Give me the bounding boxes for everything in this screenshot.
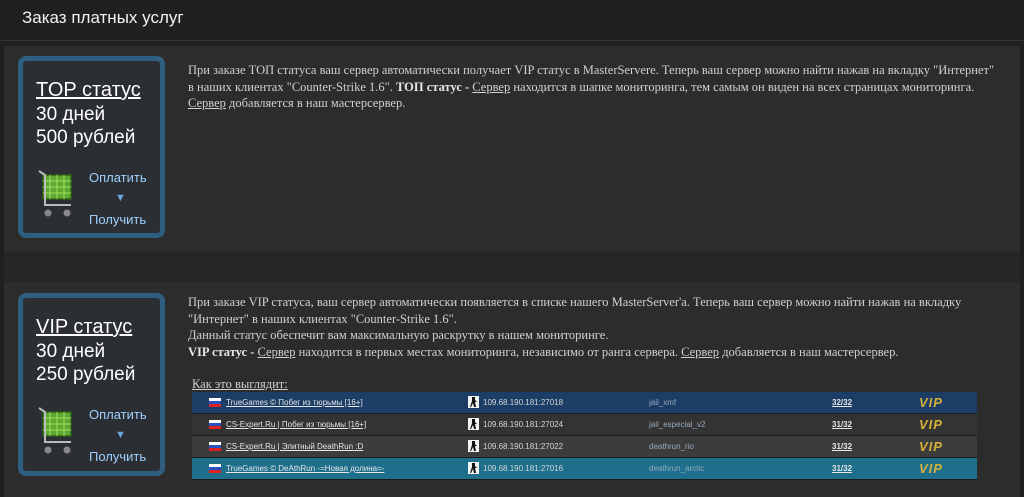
server-row[interactable]: CS-Expert.Ru | Элитный DeathRun :D 109.6… xyxy=(192,436,977,458)
vip-desc-text-2: Данный статус обеспечит вам максимальную… xyxy=(188,328,609,342)
vip-desc-text-3: находится в первых местах мониторинга, н… xyxy=(298,344,679,359)
page-title: Заказ платных услуг xyxy=(22,8,184,27)
server-row[interactable]: TrueGames © DeAthRun -=Новая долина=- 10… xyxy=(192,458,977,480)
top-desc-text-2: находится в шапке мониторинга, тем самым… xyxy=(513,79,975,94)
arrow-down-icon: ▼ xyxy=(115,192,126,204)
top-status-card: TOP статус 30 дней 500 рублей Оплатить ▼… xyxy=(18,56,165,238)
server-name-link[interactable]: TrueGames © DeAthRun -=Новая долина=- xyxy=(226,464,384,473)
section-separator xyxy=(4,252,1020,282)
counter-strike-icon xyxy=(468,462,479,474)
get-link[interactable]: Получить xyxy=(89,449,146,464)
server-row[interactable]: TrueGames © Побег из тюрьмы [16+] 109.68… xyxy=(192,392,977,414)
server-players-link[interactable]: 32/32 xyxy=(832,398,852,407)
top-status-description: При заказе ТОП статуса ваш сервер автома… xyxy=(188,62,1003,112)
server-map: jail_xmf xyxy=(649,398,677,407)
get-link[interactable]: Получить xyxy=(89,212,146,227)
server-ip: 109.68.190.181:27024 xyxy=(483,420,564,429)
pay-link[interactable]: Оплатить xyxy=(89,407,147,422)
shopping-cart-icon[interactable] xyxy=(37,404,77,464)
server-ip: 109.68.190.181:27016 xyxy=(483,464,564,473)
counter-strike-icon xyxy=(468,418,479,430)
vip-desc-bold: VIP статус - xyxy=(188,344,255,359)
example-label: Как это выглядит: xyxy=(192,377,288,391)
top-status-price: 500 рублей xyxy=(36,127,136,148)
vip-status-duration: 30 дней xyxy=(36,341,106,362)
server-players-link[interactable]: 31/32 xyxy=(832,464,852,473)
russia-flag-icon xyxy=(209,420,221,429)
server-row[interactable]: CS-Expert.Ru | Побег из тюрьмы [16+] 109… xyxy=(192,414,977,436)
server-name-link[interactable]: CS-Expert.Ru | Элитный DeathRun :D xyxy=(226,442,363,451)
server-players-link[interactable]: 31/32 xyxy=(832,420,852,429)
server-map: deathrun_arctic xyxy=(649,464,705,473)
server-name-link[interactable]: TrueGames © Побег из тюрьмы [16+] xyxy=(226,398,363,407)
server-map: deathrun_rio xyxy=(649,442,694,451)
top-desc-bold: ТОП статус - xyxy=(395,79,470,94)
counter-strike-icon xyxy=(468,440,479,452)
top-desc-text-3: добавляется в наш мастерсервер. xyxy=(229,96,406,110)
top-status-title-link[interactable]: TOP статус xyxy=(36,79,141,102)
server-ip: 109.68.190.181:27022 xyxy=(483,442,564,451)
page-header: Заказ платных услуг xyxy=(0,0,1024,41)
russia-flag-icon xyxy=(209,442,221,451)
server-ip: 109.68.190.181:27018 xyxy=(483,398,564,407)
vip-badge: VIP xyxy=(919,395,943,410)
server-name-link[interactable]: CS-Expert.Ru | Побег из тюрьмы [16+] xyxy=(226,420,366,429)
top-desc-server-link-2[interactable]: Сервер xyxy=(188,96,226,110)
vip-desc-text-4: добавляется в наш мастерсервер. xyxy=(722,344,899,359)
shopping-cart-icon[interactable] xyxy=(37,167,77,227)
top-status-duration: 30 дней xyxy=(36,104,106,125)
vip-desc-text-1: При заказе VIP статуса, ваш сервер автом… xyxy=(188,295,962,326)
vip-status-description: При заказе VIP статуса, ваш сервер автом… xyxy=(188,294,1003,360)
vip-desc-server-link-2[interactable]: Сервер xyxy=(681,345,719,359)
vip-badge: VIP xyxy=(919,439,943,454)
top-status-section: TOP статус 30 дней 500 рублей Оплатить ▼… xyxy=(4,46,1020,252)
vip-status-card: VIP статус 30 дней 250 рублей Оплатить ▼… xyxy=(18,293,165,476)
vip-desc-server-link-1[interactable]: Сервер xyxy=(258,345,296,359)
arrow-down-icon: ▼ xyxy=(115,429,126,441)
server-players-link[interactable]: 31/32 xyxy=(832,442,852,451)
top-desc-server-link-1[interactable]: Сервер xyxy=(472,80,510,94)
pay-link[interactable]: Оплатить xyxy=(89,170,147,185)
vip-badge: VIP xyxy=(919,461,943,476)
vip-status-price: 250 рублей xyxy=(36,364,136,385)
server-list: TrueGames © Побег из тюрьмы [16+] 109.68… xyxy=(192,392,977,480)
server-map: jail_especial_v2 xyxy=(649,420,706,429)
russia-flag-icon xyxy=(209,464,221,473)
russia-flag-icon xyxy=(209,398,221,407)
vip-status-title-link[interactable]: VIP статус xyxy=(36,316,132,339)
counter-strike-icon xyxy=(468,396,479,408)
vip-status-section: VIP статус 30 дней 250 рублей Оплатить ▼… xyxy=(4,282,1020,497)
vip-badge: VIP xyxy=(919,417,943,432)
